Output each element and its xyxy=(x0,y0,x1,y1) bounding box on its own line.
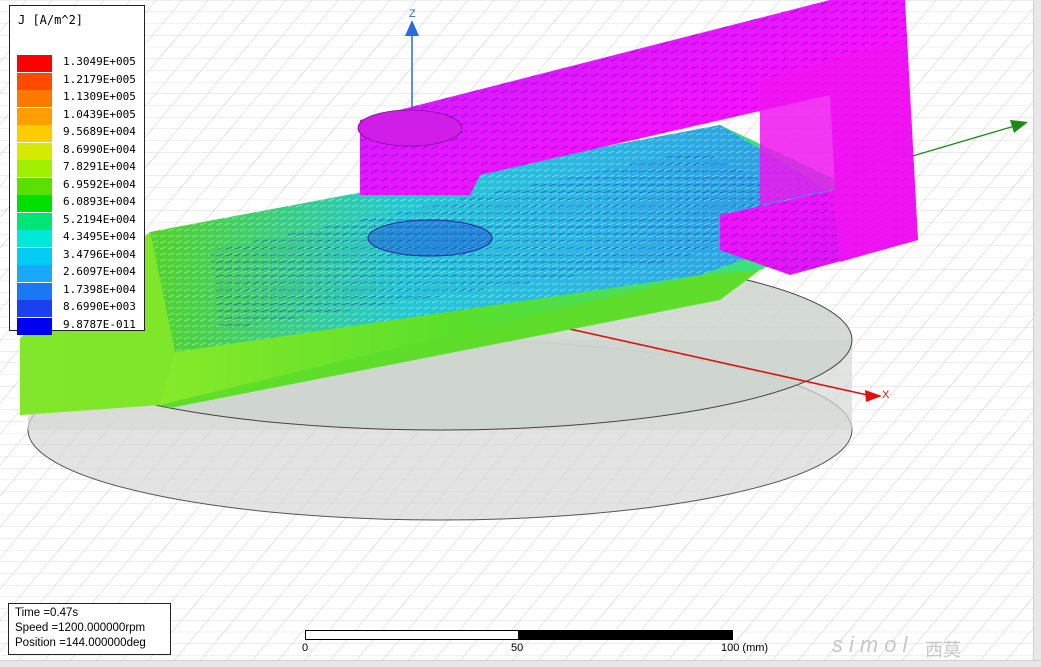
field-plot-scene xyxy=(0,0,1041,666)
3d-viewport[interactable]: X Z xyxy=(0,0,1041,666)
legend-color-swatch xyxy=(17,107,52,125)
legend-color-swatch xyxy=(17,212,52,230)
legend-color-swatch xyxy=(17,177,52,195)
scale-label-mid: 50 xyxy=(511,642,524,654)
legend-entry: 1.0439E+005 xyxy=(17,107,143,125)
legend-color-swatch xyxy=(17,282,52,300)
legend-entry: 1.3049E+005 xyxy=(17,54,143,72)
scale-bar-black-segment xyxy=(518,630,733,640)
scale-bar-white-segment xyxy=(305,630,520,640)
legend-title: J [A/m^2] xyxy=(18,13,84,27)
legend-value: 1.2179E+005 xyxy=(63,72,136,86)
legend-entry: 5.2194E+004 xyxy=(17,212,143,230)
scale-label-start: 0 xyxy=(302,642,309,654)
watermark-logo: simol xyxy=(832,632,914,657)
legend-entry: 6.0893E+004 xyxy=(17,194,143,212)
legend-value: 4.3495E+004 xyxy=(63,230,136,243)
status-time: Time =0.47s xyxy=(15,607,79,619)
animation-status-box: Time =0.47s Speed =1200.000000rpm Positi… xyxy=(8,603,171,655)
vertical-scrollbar[interactable] xyxy=(1033,0,1041,666)
legend-value: 1.1309E+005 xyxy=(63,90,136,103)
legend-color-swatch xyxy=(17,300,52,317)
legend-value: 1.7398E+004 xyxy=(63,282,136,296)
watermark-logo-cn: 西莫 xyxy=(925,640,961,661)
legend-color-swatch xyxy=(17,125,52,142)
legend-entry: 6.9592E+004 xyxy=(17,177,143,195)
legend-entry: 7.8291E+004 xyxy=(17,159,143,177)
legend-value: 5.2194E+004 xyxy=(63,212,136,226)
legend-value: 7.8291E+004 xyxy=(63,160,136,173)
scale-label-end: 100 (mm) xyxy=(721,642,769,654)
legend-value: 2.6097E+004 xyxy=(63,265,136,278)
status-position: Position =144.000000deg xyxy=(15,637,146,649)
legend-value: 9.5689E+004 xyxy=(63,125,136,138)
legend-entry: 9.5689E+004 xyxy=(17,124,143,142)
legend-entry: 3.4796E+004 xyxy=(17,247,143,265)
z-axis-label: Z xyxy=(409,8,416,20)
legend-value: 1.3049E+005 xyxy=(63,55,136,68)
legend-value: 8.6990E+004 xyxy=(63,142,136,156)
legend-color-swatch xyxy=(17,230,52,247)
legend-entry: 1.1309E+005 xyxy=(17,89,143,107)
legend-color-swatch xyxy=(17,317,52,335)
legend-entry: 1.7398E+004 xyxy=(17,282,143,300)
color-legend: J [A/m^2] 1.3049E+005 1.2179E+005 1.1309E+… xyxy=(9,5,145,335)
legend-entry: 9.8787E-011 xyxy=(17,317,143,335)
legend-value: 8.6990E+003 xyxy=(63,300,136,313)
legend-entry: 8.6990E+003 xyxy=(17,299,143,317)
legend-color-swatch xyxy=(17,55,52,72)
scale-bar xyxy=(305,630,733,640)
legend-value: 3.4796E+004 xyxy=(63,247,136,261)
legend-value: 6.0893E+004 xyxy=(63,195,136,208)
legend-entry: 1.2179E+005 xyxy=(17,72,143,90)
legend-color-swatch xyxy=(17,247,52,265)
legend-value: 6.9592E+004 xyxy=(63,177,136,191)
legend-value: 1.0439E+005 xyxy=(63,107,136,121)
legend-color-swatch xyxy=(17,160,52,177)
status-speed: Speed =1200.000000rpm xyxy=(15,622,146,634)
legend-color-swatch xyxy=(17,72,52,90)
legend-color-swatch xyxy=(17,90,52,107)
legend-value: 9.8787E-011 xyxy=(63,317,136,331)
legend-entry: 4.3495E+004 xyxy=(17,229,143,247)
legend-color-swatch xyxy=(17,142,52,160)
legend-color-swatch xyxy=(17,195,52,212)
legend-entry: 8.6990E+004 xyxy=(17,142,143,160)
x-axis-label: X xyxy=(882,389,890,401)
legend-color-swatch xyxy=(17,265,52,282)
legend-entry: 2.6097E+004 xyxy=(17,264,143,282)
